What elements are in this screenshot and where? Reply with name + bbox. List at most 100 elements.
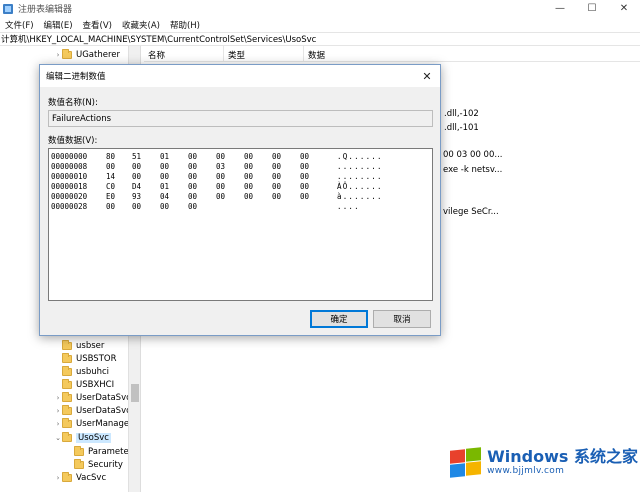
folder-icon [62, 391, 72, 402]
list-header: 名称 类型 数据 [144, 46, 640, 62]
tree-item-label: USBSTOR [76, 353, 117, 364]
logo-tile [466, 461, 481, 476]
folder-icon [62, 471, 72, 482]
ok-button[interactable]: 确定 [310, 310, 368, 328]
chevron-right-icon[interactable]: › [54, 394, 62, 402]
chevron-right-icon[interactable]: › [54, 407, 62, 415]
folder-icon [74, 445, 84, 456]
address-bar[interactable]: 计算机\HKEY_LOCAL_MACHINE\SYSTEM\CurrentCon… [0, 32, 640, 46]
folder-icon [62, 48, 72, 59]
tree-item-label: UserManage [76, 418, 130, 429]
hex-ascii: .... [337, 202, 360, 211]
value-name-label: 数值名称(N): [48, 98, 98, 108]
site-watermark: Windows 系统之家 www.bjjmlv.com [448, 440, 638, 484]
close-button[interactable]: ✕ [608, 0, 640, 17]
logo-tile [450, 449, 465, 464]
tree-item[interactable]: Security [66, 458, 123, 471]
chevron-right-icon[interactable]: › [54, 51, 62, 59]
menu-favorites[interactable]: 收藏夹(A) [117, 19, 165, 31]
hex-ascii: à....... [337, 192, 383, 201]
list-cell-data: exe -k netsv... [443, 165, 503, 175]
window-titlebar: 注册表编辑器 — ☐ ✕ [0, 0, 640, 17]
folder-icon [62, 378, 72, 389]
hex-row[interactable]: 00000000 80 51 01 00 00 00 00 00 .Q.....… [49, 152, 382, 162]
menu-view[interactable]: 查看(V) [78, 19, 117, 31]
logo-tile [466, 447, 481, 462]
tree-item-label: UserDataSvc [76, 405, 131, 416]
tree-item[interactable]: › VacSvc [54, 471, 106, 484]
folder-icon [62, 339, 72, 350]
dialog-titlebar: 编辑二进制数值 ✕ [40, 65, 440, 87]
watermark-text: Windows 系统之家 www.bjjmlv.com [487, 447, 638, 477]
tree-item-label: usbuhci [76, 366, 110, 377]
tree-item-usosvc-selected[interactable]: ⌄ UsoSvc [54, 431, 111, 444]
folder-icon [62, 352, 72, 363]
list-cell-data: 00 03 00 00... [443, 150, 503, 160]
dialog-title: 编辑二进制数值 [46, 72, 106, 82]
hex-row[interactable]: 00000020 E0 93 04 00 00 00 00 00 à......… [49, 192, 382, 202]
menu-file[interactable]: 文件(F) [0, 19, 39, 31]
hex-row[interactable]: 00000008 00 00 00 00 03 00 00 00 .......… [49, 162, 382, 172]
folder-icon [74, 458, 84, 469]
value-name-field: FailureActions [48, 110, 433, 127]
tree-item-label: UsoSvc [76, 432, 111, 443]
column-type-header[interactable]: 类型 [224, 46, 304, 61]
folder-icon [62, 404, 72, 415]
tree-item-label: usbser [76, 340, 105, 351]
hex-row[interactable]: 00000010 14 00 00 00 00 00 00 00 .......… [49, 172, 382, 182]
list-cell-data: .dll,-102 [444, 109, 479, 119]
tree-item[interactable]: USBXHCI [54, 378, 114, 391]
folder-icon [62, 431, 72, 442]
hex-offset: 00000028 [51, 202, 88, 211]
menu-edit[interactable]: 编辑(E) [39, 19, 78, 31]
watermark-title: Windows 系统之家 [487, 447, 638, 466]
list-cell-data: .dll,-101 [444, 123, 479, 133]
tree-scrollbar-thumb[interactable] [131, 384, 139, 402]
chevron-down-icon[interactable]: ⌄ [54, 434, 62, 442]
tree-item[interactable]: › UGatherer [54, 48, 120, 61]
folder-icon [62, 365, 72, 376]
windows-logo-icon [448, 447, 481, 478]
cancel-button[interactable]: 取消 [373, 310, 431, 328]
address-path[interactable]: 计算机\HKEY_LOCAL_MACHINE\SYSTEM\CurrentCon… [0, 33, 316, 45]
value-data-label: 数值数据(V): [48, 136, 98, 146]
regedit-app-icon [3, 3, 13, 14]
chevron-right-icon[interactable]: › [54, 420, 62, 428]
window-controls: — ☐ ✕ [544, 0, 640, 17]
hex-editor[interactable]: 00000000 80 51 01 00 00 00 00 00 .Q.....… [48, 148, 433, 301]
hex-ascii: ........ [337, 162, 383, 171]
hex-offset: 00000010 [51, 172, 88, 181]
hex-row[interactable]: 00000018 C0 D4 01 00 00 00 00 00 ÀÔ.....… [49, 182, 382, 192]
tree-item[interactable]: usbuhci [54, 365, 109, 378]
watermark-url: www.bjjmlv.com [487, 466, 565, 476]
maximize-button[interactable]: ☐ [576, 0, 608, 17]
hex-offset: 00000020 [51, 192, 88, 201]
hex-offset: 00000018 [51, 182, 88, 191]
tree-item-label: Security [88, 459, 123, 470]
tree-item[interactable]: usbser [54, 339, 104, 352]
edit-binary-value-dialog: 编辑二进制数值 ✕ 数值名称(N): FailureActions 数值数据(V… [39, 64, 441, 336]
tree-item-label: VacSvc [76, 472, 107, 483]
window-title: 注册表编辑器 [18, 5, 73, 15]
tree-item[interactable]: Parameter [66, 445, 132, 458]
tree-item-label: Parameter [88, 446, 133, 457]
chevron-right-icon[interactable]: › [54, 474, 62, 482]
hex-ascii: ........ [337, 172, 383, 181]
dialog-close-icon[interactable]: ✕ [420, 69, 434, 83]
tree-item[interactable]: › UserManage [54, 417, 129, 430]
list-cell-data: vilege SeCr... [443, 207, 499, 217]
hex-ascii: .Q...... [337, 152, 383, 161]
folder-icon [62, 417, 72, 428]
tree-item-label: UGatherer [76, 49, 120, 60]
tree-item[interactable]: › UserDataSvc [54, 391, 131, 404]
hex-ascii: ÀÔ...... [337, 182, 383, 191]
hex-row[interactable]: 00000028 00 00 00 00 .... [49, 202, 359, 212]
minimize-button[interactable]: — [544, 0, 576, 17]
column-name-header[interactable]: 名称 [144, 46, 224, 61]
column-data-header[interactable]: 数据 [304, 46, 640, 61]
menu-bar: 文件(F) 编辑(E) 查看(V) 收藏夹(A) 帮助(H) [0, 17, 640, 32]
hex-offset: 00000000 [51, 152, 88, 161]
tree-item[interactable]: USBSTOR [54, 352, 116, 365]
menu-help[interactable]: 帮助(H) [165, 19, 205, 31]
tree-item[interactable]: › UserDataSvc [54, 404, 131, 417]
